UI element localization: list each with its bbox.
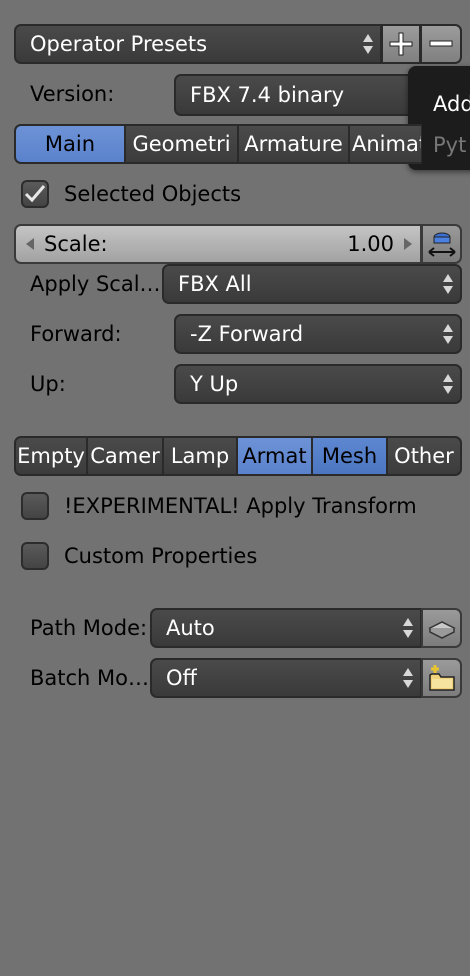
operator-presets-label: Operator Presets [30,32,208,56]
dropdown-arrows-icon [442,321,454,347]
tooltip-line-1: Add [433,92,470,116]
custom-properties-checkbox[interactable] [21,542,49,570]
main-tab-bar: Main Geometri Armature Animati [14,124,422,164]
scale-label: Scale: [44,232,108,256]
dropdown-arrows-icon [442,271,454,297]
checkmark-icon [24,185,46,203]
new-folder-icon [428,665,455,691]
tab-main[interactable]: Main [14,124,125,164]
embed-textures-button[interactable] [421,608,462,648]
apply-scalings-value: FBX All [178,272,252,296]
apply-scalings-dropdown[interactable]: FBX All [162,264,462,304]
slider-right-arrow-icon[interactable] [402,237,414,251]
selected-objects-label: Selected Objects [64,182,242,206]
tooltip-line-2: Pyt [433,133,467,157]
add-preset-button[interactable] [381,24,421,64]
object-type-other[interactable]: Other [387,436,462,476]
tab-geometry[interactable]: Geometri [125,124,238,164]
minus-icon [429,40,453,47]
embed-textures-icon [427,621,456,639]
batch-mode-dropdown[interactable]: Off [150,658,422,698]
apply-transform-label: !EXPERIMENTAL! Apply Transform [64,494,417,518]
version-label: Version: [30,82,115,106]
dropdown-arrows-icon [442,371,454,397]
version-value: FBX 7.4 binary [190,83,345,107]
dropdown-arrows-icon [362,31,374,57]
object-type-camera[interactable]: Camer [87,436,163,476]
remove-preset-button[interactable] [420,24,462,64]
apply-unit-scale-button[interactable] [421,224,462,264]
apply-transform-checkbox[interactable] [21,492,49,520]
plus-icon [389,32,413,56]
path-mode-label: Path Mode: [30,616,148,640]
path-mode-value: Auto [166,616,215,640]
scale-slider[interactable]: Scale: 1.00 [14,224,422,264]
apply-scalings-label: Apply Scal… [30,272,161,296]
scale-value: 1.00 [347,232,394,256]
forward-value: -Z Forward [190,322,304,346]
selected-objects-checkbox[interactable] [21,180,49,208]
forward-label: Forward: [30,322,122,346]
batch-own-dir-button[interactable] [421,658,462,698]
object-type-lamp[interactable]: Lamp [163,436,237,476]
slider-left-arrow-icon[interactable] [24,237,36,251]
object-type-empty[interactable]: Empty [14,436,87,476]
up-dropdown[interactable]: Y Up [174,364,462,404]
custom-properties-label: Custom Properties [64,544,258,568]
object-type-mesh[interactable]: Mesh [312,436,387,476]
operator-presets-dropdown[interactable]: Operator Presets [14,24,382,64]
dropdown-arrows-icon [402,615,414,641]
forward-dropdown[interactable]: -Z Forward [174,314,462,354]
up-value: Y Up [190,372,239,396]
scale-apply-icon [427,232,456,257]
batch-mode-value: Off [166,666,197,690]
tab-animation[interactable]: Animati [349,124,422,164]
batch-mode-label: Batch Mo… [30,666,150,690]
tab-armature[interactable]: Armature [238,124,349,164]
path-mode-dropdown[interactable]: Auto [150,608,422,648]
up-label: Up: [30,372,66,396]
object-types-bar: Empty Camer Lamp Armat Mesh Other [14,436,462,476]
dropdown-arrows-icon [402,665,414,691]
object-type-armature[interactable]: Armat [237,436,312,476]
